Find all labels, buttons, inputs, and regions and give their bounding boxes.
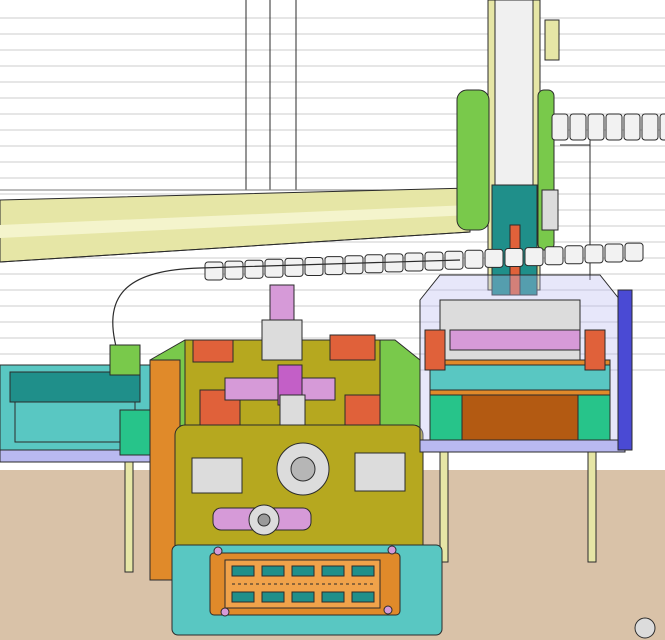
drag-chain-link (524, 247, 544, 267)
drag-chain-link (324, 256, 344, 276)
cable-drag-chain-right (551, 113, 665, 141)
cad-scene (0, 0, 665, 640)
drag-chain-link (364, 254, 384, 274)
cad-render (0, 0, 665, 640)
overhead-rail (0, 187, 471, 263)
drag-chain-link (224, 260, 244, 280)
drag-chain-link (641, 113, 659, 141)
drag-chain-link (384, 253, 404, 273)
drag-chain-link (264, 258, 284, 278)
drag-chain-link (244, 259, 264, 279)
drag-chain-link (623, 113, 641, 141)
drag-chain-link (624, 242, 644, 262)
drag-chain-link (204, 261, 224, 281)
drag-chain-link (484, 248, 504, 268)
drag-chain-link (659, 113, 665, 141)
drag-chain-link (504, 248, 524, 267)
drag-chain-link (569, 113, 587, 141)
drag-chain-link (544, 246, 564, 266)
drag-chain-link (304, 257, 324, 276)
drag-chain-link (464, 249, 484, 269)
drag-chain-link (344, 255, 364, 275)
drag-chain-link (564, 245, 584, 265)
drag-chain-link (587, 113, 605, 141)
drag-chain-link (584, 244, 604, 264)
drag-chain-link (551, 113, 569, 141)
drag-chain-link (284, 257, 304, 277)
drag-chain-link (604, 243, 624, 263)
front-fixture-plate (171, 544, 443, 636)
drag-chain-link (605, 113, 623, 141)
floor-detail (634, 617, 656, 639)
